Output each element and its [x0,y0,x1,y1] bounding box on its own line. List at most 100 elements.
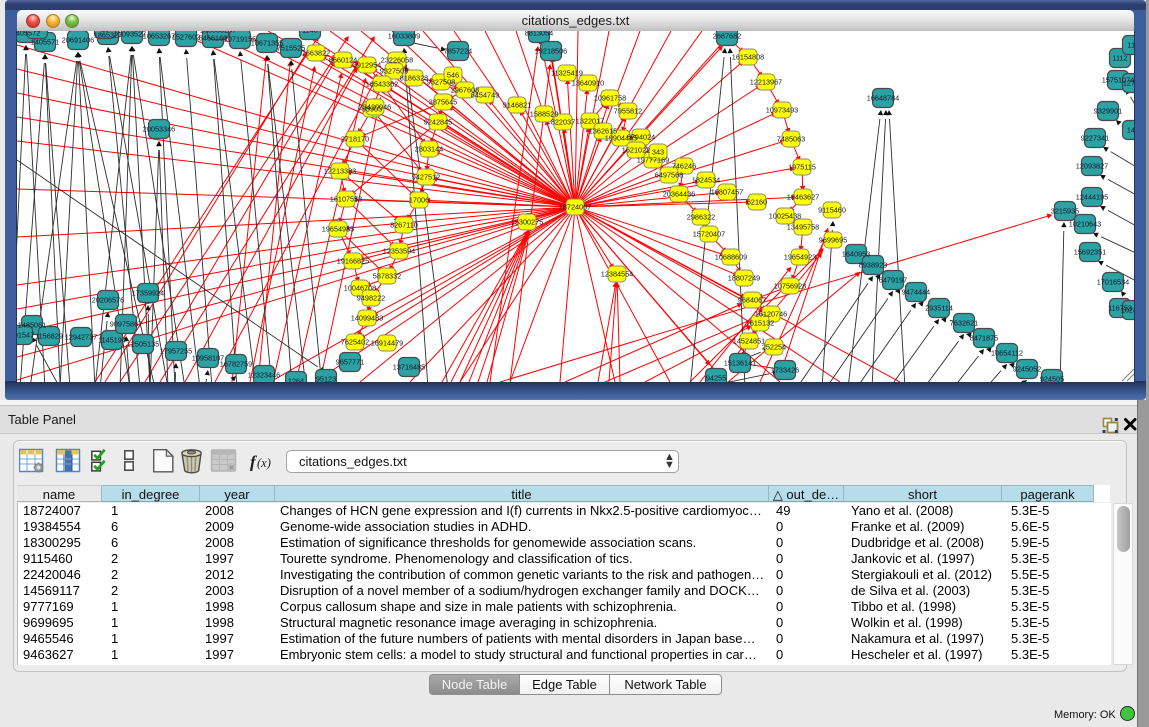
svg-text:10688609: 10688609 [715,253,747,262]
svg-text:9245052: 9245052 [1013,365,1041,374]
svg-text:12093827: 12093827 [1076,162,1108,171]
svg-text:3215935: 3215935 [1051,207,1079,216]
svg-text:90975867: 90975867 [110,320,142,329]
svg-text:12774: 12774 [1123,79,1134,88]
svg-text:23420046: 23420046 [359,103,391,112]
svg-text:20206576: 20206576 [92,296,124,305]
svg-text:19654923: 19654923 [784,253,816,262]
svg-text:2986322: 2986322 [687,213,715,222]
svg-text:3875645: 3875645 [429,98,457,107]
svg-text:17006: 17006 [409,196,429,205]
svg-text:10756928: 10756928 [774,282,806,291]
svg-text:10210643: 10210643 [1069,220,1101,229]
svg-text:94255: 94255 [706,374,726,383]
svg-text:9684067: 9684067 [738,296,766,305]
svg-text:924505: 924505 [1040,375,1064,383]
svg-text:12505135: 12505135 [127,340,159,349]
svg-text:746246: 746246 [672,162,696,171]
svg-text:1405571: 1405571 [31,38,59,47]
svg-text:10654112: 10654112 [991,349,1023,358]
svg-text:102455: 102455 [1121,306,1134,315]
svg-text:10973493: 10973493 [766,106,798,115]
svg-text:546: 546 [447,71,459,80]
svg-text:1527602: 1527602 [172,33,200,42]
svg-text:9227341: 9227341 [1081,134,1109,143]
svg-text:7485063: 7485063 [777,135,805,144]
svg-text:15136141: 15136141 [724,359,756,368]
svg-text:1640953: 1640953 [842,250,870,259]
svg-text:20691406: 20691406 [62,36,94,45]
svg-text:391547: 391547 [17,331,34,340]
svg-text:20364436: 20364436 [663,190,695,199]
svg-text:12942737: 12942737 [65,333,97,342]
svg-text:93: 93 [33,31,41,34]
svg-text:6479197: 6479197 [879,276,907,285]
svg-text:17957255: 17957255 [160,347,192,356]
svg-text:8813054: 8813054 [525,31,553,38]
svg-text:12213967: 12213967 [750,78,782,87]
svg-text:19654985: 19654985 [322,225,354,234]
svg-text:1143: 1143 [302,31,318,35]
svg-text:15300275: 15300275 [511,218,543,227]
svg-text:1322017: 1322017 [576,117,604,126]
svg-text:3912954: 3912954 [353,61,381,70]
svg-text:11325419: 11325419 [551,69,583,78]
svg-text:343: 343 [652,148,664,157]
svg-text:6794024: 6794024 [627,133,655,142]
svg-text:16648784: 16648784 [867,94,899,103]
svg-text:2718170: 2718170 [341,135,369,144]
svg-text:19218506: 19218506 [535,47,567,56]
svg-text:14524851: 14524851 [733,337,765,346]
svg-text:1112: 1112 [1112,54,1127,63]
svg-text:7632621: 7632621 [950,319,978,328]
svg-text:106553257: 106553257 [200,31,237,35]
svg-text:6497568: 6497568 [655,171,683,180]
svg-text:13716485: 13716485 [393,363,425,372]
svg-text:1485061: 1485061 [18,321,46,330]
svg-text:8454749: 8454749 [471,91,499,100]
svg-text:17016534: 17016534 [1097,278,1129,287]
svg-text:18807249: 18807249 [728,274,760,283]
svg-text:7663822: 7663822 [302,49,330,58]
svg-text:1145194: 1145194 [98,336,126,345]
svg-text:15720407: 15720407 [693,230,725,239]
svg-text:1615132: 1615132 [746,319,774,328]
svg-text:19166825: 19166825 [337,257,369,266]
svg-text:16120746: 16120746 [755,310,787,319]
svg-text:1824534: 1824534 [692,176,720,185]
svg-text:20053346: 20053346 [143,125,175,134]
svg-text:12323446: 12323446 [248,371,280,380]
svg-text:62160: 62160 [747,198,767,207]
svg-text:19463627: 19463627 [787,193,819,202]
svg-text:13495758: 13495758 [787,223,819,232]
svg-text:2803144: 2803144 [415,145,443,154]
svg-text:12384554: 12384554 [601,270,633,279]
svg-text:8267110: 8267110 [390,221,418,230]
svg-text:95123: 95123 [316,375,336,383]
svg-text:16782759: 16782759 [220,360,252,369]
svg-text:17359924: 17359924 [132,289,164,298]
svg-text:12353594: 12353594 [383,247,415,256]
svg-text:252254: 252254 [762,343,786,352]
svg-text:10025438: 10025438 [769,212,801,221]
svg-text:111: 111 [1127,41,1134,50]
svg-text:18: 18 [101,31,109,34]
svg-text:7857224: 7857224 [444,47,472,56]
svg-text:7625402: 7625402 [341,338,369,347]
svg-text:15692351: 15692351 [1074,248,1106,257]
svg-text:822037: 822037 [551,118,575,127]
svg-text:9474444: 9474444 [902,288,930,297]
svg-text:1264: 1264 [288,377,304,383]
svg-text:19777169: 19777169 [637,156,669,165]
svg-text:18724007: 18724007 [559,203,591,212]
svg-text:(x): (x) [257,456,271,470]
svg-text:1733426: 1733426 [771,366,799,375]
svg-text:9115460: 9115460 [818,206,846,215]
svg-text:9699695: 9699695 [819,236,847,245]
svg-text:12444195: 12444195 [1076,193,1108,202]
svg-text:9657771: 9657771 [336,358,364,367]
svg-text:9146821: 9146821 [503,101,531,110]
svg-text:16914479: 16914479 [371,339,403,348]
svg-text:1621022: 1621022 [622,146,650,155]
svg-text:10807457: 10807457 [711,188,743,197]
